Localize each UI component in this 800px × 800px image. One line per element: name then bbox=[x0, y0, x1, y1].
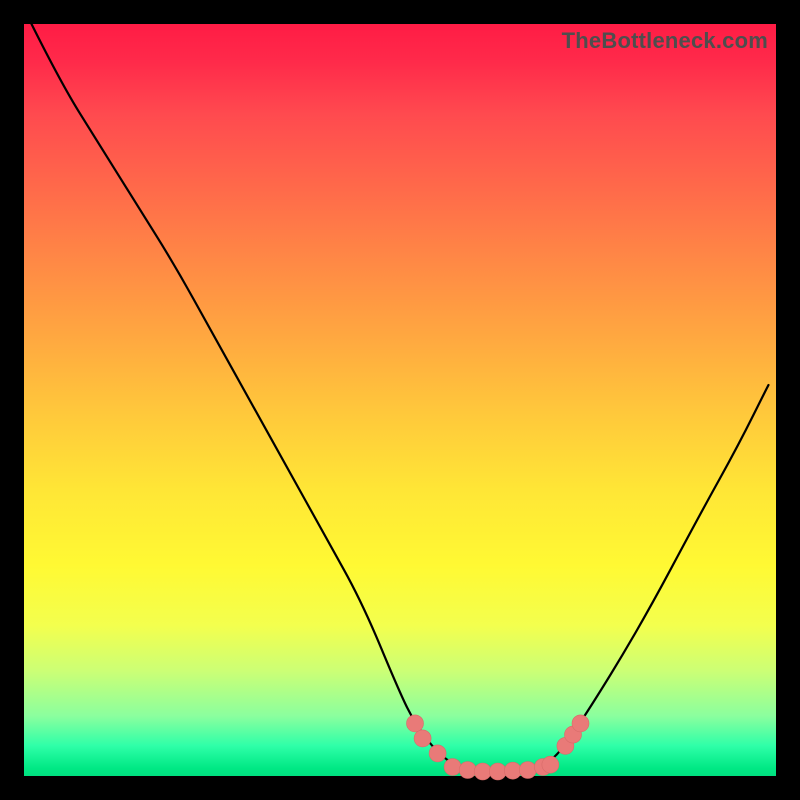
highlight-dot bbox=[429, 745, 446, 762]
highlight-dots bbox=[407, 715, 590, 780]
highlight-dot bbox=[542, 756, 559, 773]
highlight-dot bbox=[504, 762, 521, 779]
highlight-dot bbox=[489, 763, 506, 780]
highlight-dot bbox=[572, 715, 589, 732]
bottleneck-curve bbox=[32, 24, 769, 772]
highlight-dot bbox=[519, 762, 536, 779]
highlight-dot bbox=[414, 730, 431, 747]
highlight-dot bbox=[459, 762, 476, 779]
plot-area: TheBottleneck.com bbox=[24, 24, 776, 776]
chart-frame: TheBottleneck.com bbox=[0, 0, 800, 800]
highlight-dot bbox=[407, 715, 424, 732]
highlight-dot bbox=[474, 763, 491, 780]
highlight-dot bbox=[444, 759, 461, 776]
chart-overlay bbox=[24, 24, 776, 776]
